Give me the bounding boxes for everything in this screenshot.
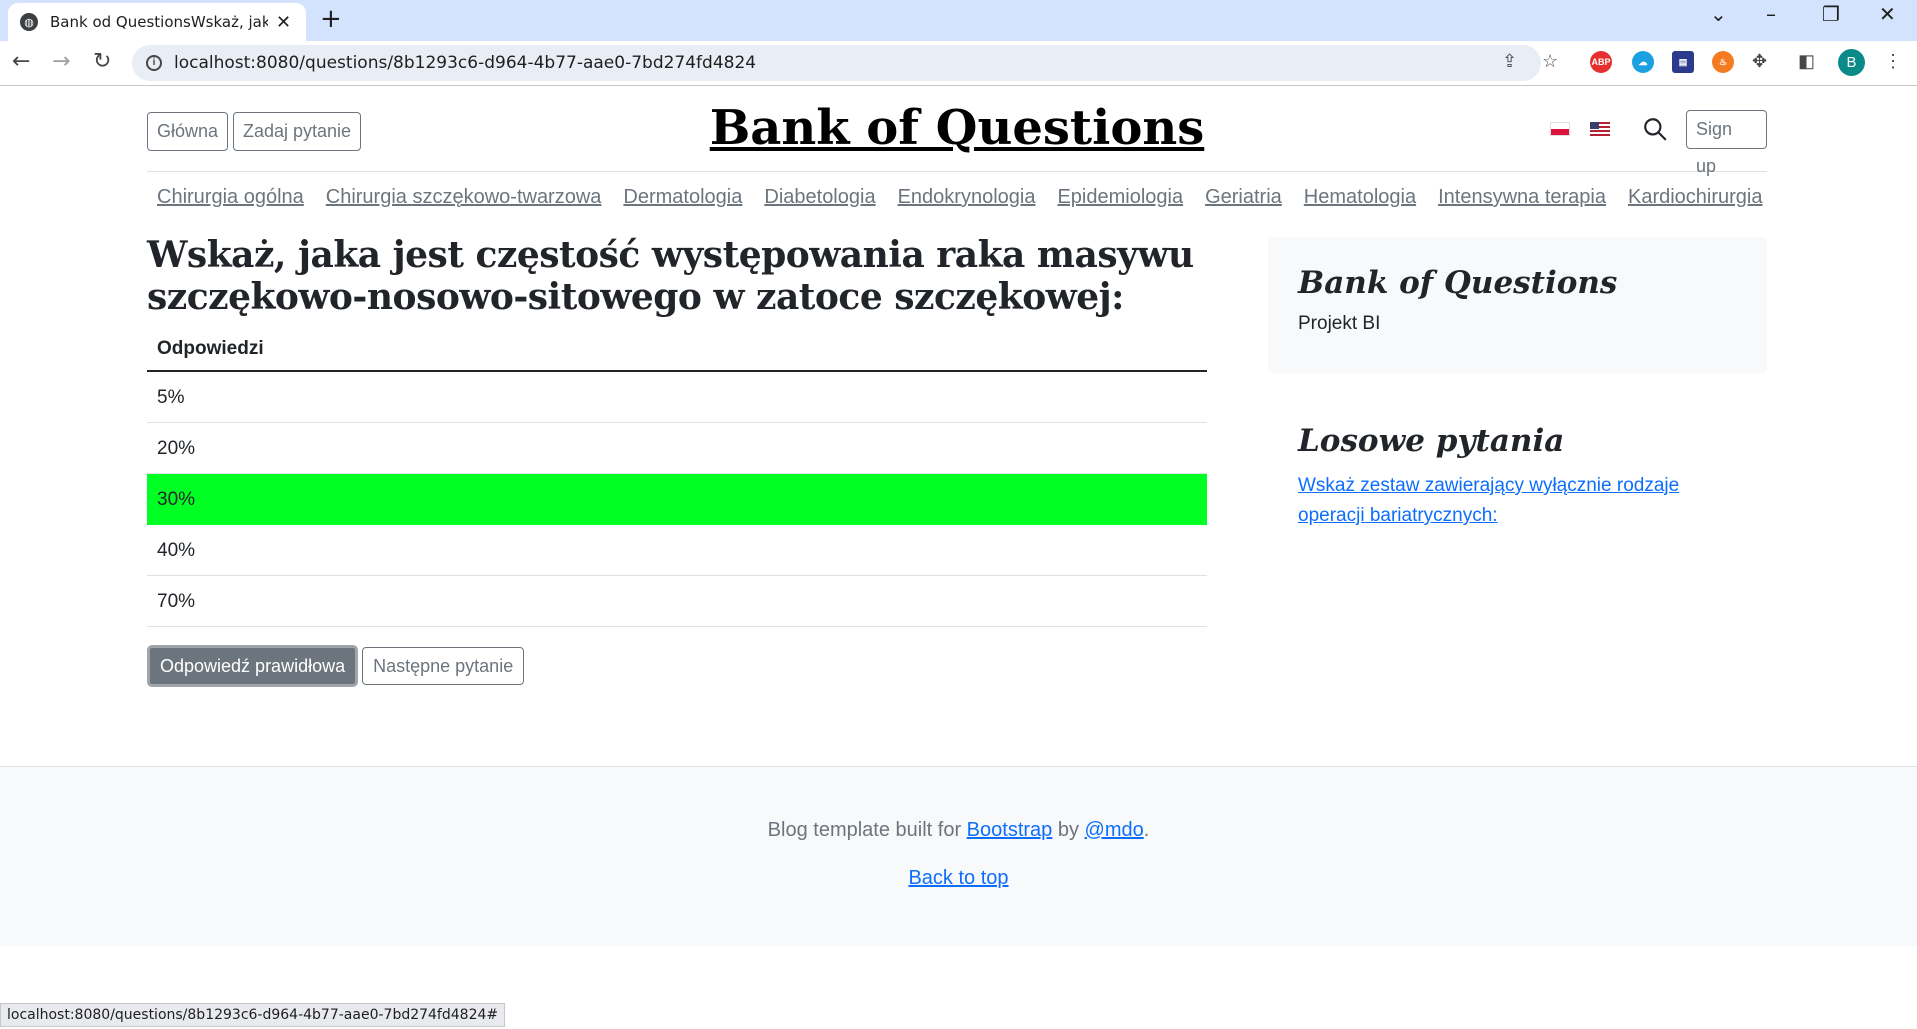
side-panel-icon[interactable]: ◧ [1798,51,1815,72]
minimize-icon[interactable]: – [1766,2,1776,26]
question-main: Wskaż, jaka jest częstość występowania r… [147,234,1207,687]
about-box: Bank of Questions Projekt BI [1268,237,1767,373]
mdo-link[interactable]: @mdo [1085,819,1144,841]
puzzle-extensions-icon[interactable]: ✥ [1752,51,1767,72]
browser-tab-bar: ◍ Bank od QuestionsWskaż, jaka jest ✕ + … [0,0,1917,41]
about-text: Projekt BI [1298,313,1381,334]
address-bar[interactable]: i localhost:8080/questions/8b1293c6-d964… [132,45,1541,81]
close-window-icon[interactable]: ✕ [1879,2,1896,26]
menu-kebab-icon[interactable]: ⋮ [1884,51,1902,72]
answer-row[interactable]: 70% [147,576,1207,627]
answer-row[interactable]: 5% [147,372,1207,423]
question-title: Wskaż, jaka jest częstość występowania r… [147,234,1194,318]
question-actions: Odpowiedź prawidłowa Następne pytanie [147,645,1207,687]
next-question-button[interactable]: Następne pytanie [362,647,525,685]
category-nav: Chirurgia ogólna Chirurgia szczękowo-twa… [147,186,1767,209]
home-button[interactable]: Główna [147,112,229,151]
back-icon[interactable]: ← [12,49,30,74]
footer-prefix: Blog template built for [767,819,967,841]
footer-dot: . [1143,819,1150,841]
answers-table: Odpowiedzi 5% 20% 30% 40% 70% [147,330,1207,627]
footer-by: by [1052,819,1085,841]
tab-search-icon[interactable]: ⌄ [1710,2,1727,26]
random-questions: Losowe pytania Wskaż zestaw zawierający … [1268,373,1767,531]
search-icon[interactable] [1642,116,1668,142]
new-tab-icon[interactable]: + [320,4,342,34]
address-url[interactable]: localhost:8080/questions/8b1293c6-d964-4… [174,53,756,73]
bookmark-star-icon[interactable]: ☆ [1542,51,1558,72]
polish-flag-icon[interactable] [1550,122,1570,136]
correct-answer-button[interactable]: Odpowiedź prawidłowa [147,645,359,687]
forward-icon[interactable]: → [52,49,70,74]
profile-avatar[interactable]: B [1838,49,1865,76]
ask-question-button[interactable]: Zadaj pytanie [233,112,362,151]
site-logo: Bank of Questions [147,100,1767,156]
answer-row[interactable]: 40% [147,525,1207,576]
bootstrap-link[interactable]: Bootstrap [967,819,1053,841]
fire-extension-icon[interactable]: ♨ [1712,51,1734,73]
random-question-link[interactable]: Wskaż zestaw zawierający wyłącznie rodza… [1298,471,1737,531]
tab-title: Bank od QuestionsWskaż, jaka jest [50,13,268,31]
share-icon[interactable]: ⇪ [1502,51,1517,72]
answers-header: Odpowiedzi [147,330,1207,372]
reload-icon[interactable]: ↻ [93,49,111,74]
site-footer: Blog template built for Bootstrap by @md… [0,766,1917,946]
status-bar-url: localhost:8080/questions/8b1293c6-d964-4… [0,1003,506,1027]
site-info-icon[interactable]: i [146,55,162,71]
cloud-extension-icon[interactable]: ☁ [1632,51,1654,73]
category-link[interactable]: Kardiochirurgia [1628,186,1763,209]
footer-credit: Blog template built for Bootstrap by @md… [0,819,1917,842]
category-link[interactable]: Epidemiologia [1057,186,1183,209]
category-link[interactable]: Diabetologia [764,186,875,209]
close-tab-icon[interactable]: ✕ [276,12,291,33]
sidebar: Bank of Questions Projekt BI Losowe pyta… [1268,237,1767,531]
category-link[interactable]: Geriatria [1205,186,1282,209]
category-link[interactable]: Chirurgia ogólna [157,186,304,209]
site-header: Główna Zadaj pytanie Bank of Questions S… [147,86,1767,176]
adblock-icon[interactable]: ABP [1590,51,1612,73]
about-title: Bank of Questions [1298,265,1618,301]
extension-icon[interactable]: ▤ [1672,51,1694,73]
answer-row-correct[interactable]: 30% [147,474,1207,525]
sign-up-button[interactable]: Sign up [1686,110,1767,176]
globe-icon: ◍ [20,13,38,31]
category-link[interactable]: Hematologia [1304,186,1416,209]
us-flag-icon[interactable] [1590,122,1610,136]
category-link[interactable]: Endokrynologia [898,186,1036,209]
browser-toolbar: ← → ↻ i localhost:8080/questions/8b1293c… [0,41,1917,86]
category-link[interactable]: Intensywna terapia [1438,186,1606,209]
back-to-top-link[interactable]: Back to top [908,867,1008,890]
category-link[interactable]: Dermatologia [623,186,742,209]
random-questions-title: Losowe pytania [1298,423,1565,459]
restore-icon[interactable]: ❐ [1822,2,1840,26]
answer-row[interactable]: 20% [147,423,1207,474]
site-logo-link[interactable]: Bank of Questions [710,100,1205,156]
category-link[interactable]: Chirurgia szczękowo-twarzowa [326,186,602,209]
browser-tab[interactable]: ◍ Bank od QuestionsWskaż, jaka jest ✕ [8,3,306,41]
